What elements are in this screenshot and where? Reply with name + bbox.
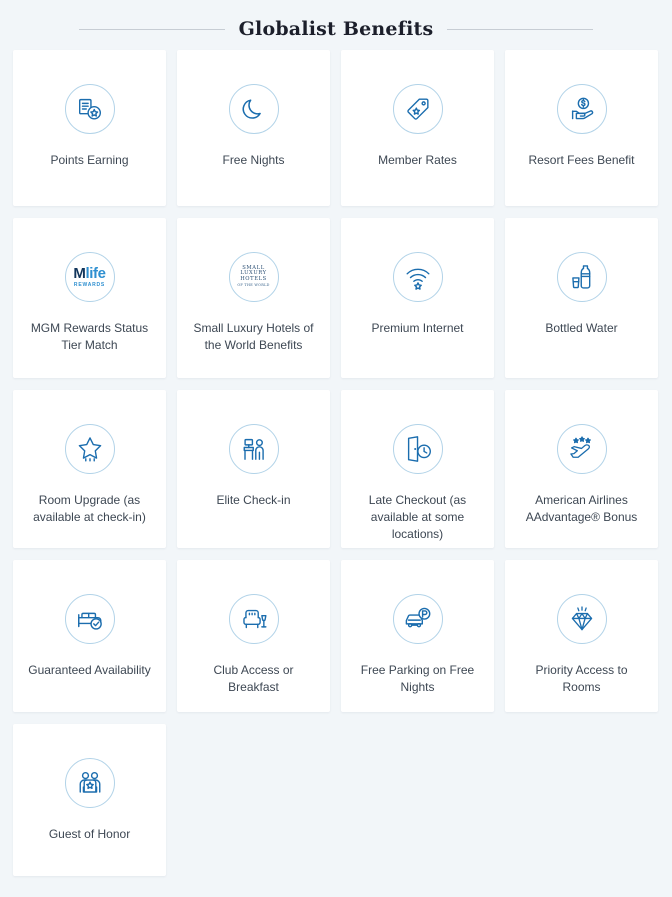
water-bottle-icon <box>556 252 607 302</box>
benefit-label: Free Parking on Free Nights <box>360 663 475 694</box>
benefit-label: Guaranteed Availability <box>28 663 151 677</box>
benefit-label: MGM Rewards Status Tier Match <box>30 321 149 352</box>
benefit-card-bottled-water[interactable]: Bottled Water <box>505 218 658 378</box>
benefit-card-guaranteed-availability[interactable]: Guaranteed Availability <box>13 560 166 712</box>
globalist-benefits-page: Globalist Benefits Points Earning Free N… <box>0 0 672 897</box>
benefits-row: Guest of Honor <box>13 724 659 876</box>
mlife-logo-rewards: REWARDS <box>73 282 106 288</box>
benefit-card-free-parking[interactable]: Free Parking on Free Nights <box>341 560 494 712</box>
bed-check-icon <box>64 594 115 644</box>
benefit-label: Late Checkout (as available at some loca… <box>368 493 467 541</box>
benefits-row: Room Upgrade (as available at check-in) <box>13 390 659 548</box>
benefit-card-resort-fees-benefit[interactable]: Resort Fees Benefit <box>505 50 658 206</box>
benefit-card-aadvantage-bonus[interactable]: American Airlines AAdvantage® Bonus <box>505 390 658 548</box>
coins-star-icon <box>64 84 115 134</box>
section-header: Globalist Benefits <box>0 0 672 50</box>
header-rule-left <box>78 28 225 30</box>
benefit-card-club-access-or-breakfast[interactable]: Club Access or Breakfast <box>177 560 330 712</box>
benefit-card-points-earning[interactable]: Points Earning <box>13 50 166 206</box>
benefits-grid: Points Earning Free Nights Member Rates … <box>0 50 672 876</box>
benefit-card-mgm-rewards-status-tier-match[interactable]: Mlife REWARDS MGM Rewards Status Tier Ma… <box>13 218 166 378</box>
benefit-label: Premium Internet <box>371 321 464 335</box>
reception-desk-icon <box>228 424 279 474</box>
armchair-drink-icon <box>228 594 279 644</box>
mlife-rewards-logo-icon: Mlife REWARDS <box>64 252 115 302</box>
benefits-row: Points Earning Free Nights Member Rates … <box>13 50 659 206</box>
benefit-label: Small Luxury Hotels of the World Benefit… <box>193 321 314 352</box>
benefits-row: Mlife REWARDS MGM Rewards Status Tier Ma… <box>13 218 659 378</box>
benefit-card-elite-check-in[interactable]: Elite Check-in <box>177 390 330 548</box>
benefit-card-priority-access-to-rooms[interactable]: Priority Access to Rooms <box>505 560 658 712</box>
benefit-card-free-nights[interactable]: Free Nights <box>177 50 330 206</box>
wifi-star-icon <box>392 252 443 302</box>
door-clock-icon <box>392 424 443 474</box>
benefit-card-guest-of-honor[interactable]: Guest of Honor <box>13 724 166 876</box>
two-people-star-icon <box>64 758 115 808</box>
rising-star-icon <box>64 424 115 474</box>
benefit-card-room-upgrade[interactable]: Room Upgrade (as available at check-in) <box>13 390 166 548</box>
header-rule-right <box>447 28 594 30</box>
mlife-logo-m: M <box>73 265 86 282</box>
benefit-label: Elite Check-in <box>216 493 291 507</box>
benefit-label: Guest of Honor <box>48 827 131 841</box>
benefit-label: Member Rates <box>378 153 457 167</box>
slh-logo-line3: HOTELS <box>240 275 267 282</box>
benefit-label: Resort Fees Benefit <box>528 153 635 167</box>
mlife-logo-life: life <box>85 265 106 282</box>
benefit-label: Free Nights <box>222 153 285 167</box>
car-parking-icon <box>392 594 443 644</box>
benefit-label: Club Access or Breakfast <box>213 663 294 694</box>
moon-icon <box>228 84 279 134</box>
page-title: Globalist Benefits <box>238 18 434 40</box>
benefits-row: Guaranteed Availability Club Access or B… <box>13 560 659 712</box>
airplane-stars-icon <box>556 424 607 474</box>
benefit-card-small-luxury-hotels[interactable]: SMALL LUXURY HOTELS OF THE WORLD Small L… <box>177 218 330 378</box>
slh-logo-line4: OF THE WORLD <box>237 283 270 288</box>
benefit-label: Room Upgrade (as available at check-in) <box>33 493 146 524</box>
benefit-card-member-rates[interactable]: Member Rates <box>341 50 494 206</box>
benefit-label: Priority Access to Rooms <box>535 663 628 694</box>
benefit-label: Bottled Water <box>545 321 618 335</box>
small-luxury-hotels-logo-icon: SMALL LUXURY HOTELS OF THE WORLD <box>228 252 279 302</box>
benefit-label: American Airlines AAdvantage® Bonus <box>525 493 638 524</box>
benefit-label: Points Earning <box>50 153 129 167</box>
benefit-card-premium-internet[interactable]: Premium Internet <box>341 218 494 378</box>
benefit-card-late-checkout[interactable]: Late Checkout (as available at some loca… <box>341 390 494 548</box>
price-tag-star-icon <box>392 84 443 134</box>
diamond-icon <box>556 594 607 644</box>
hand-dollar-icon <box>556 84 607 134</box>
